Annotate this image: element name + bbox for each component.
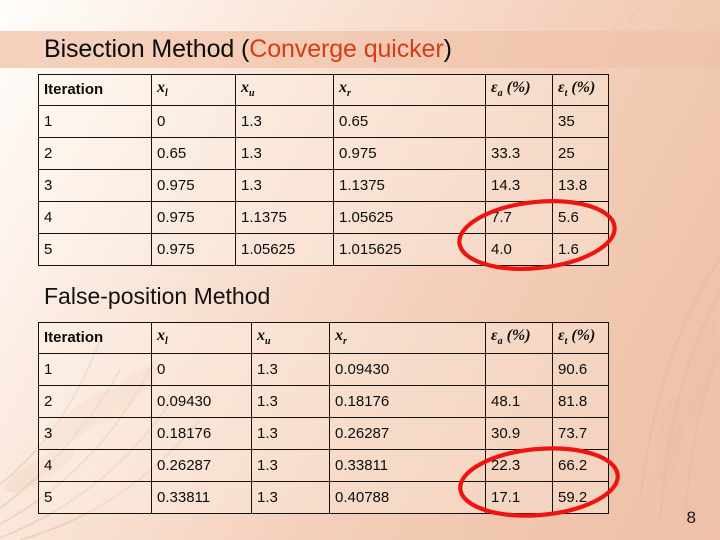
column-header-xr: xr: [333, 74, 486, 106]
table-header-row: Iteration xl xu xr εa (%) εt (%): [38, 322, 609, 354]
cell-xu: 1.3: [251, 481, 330, 514]
cell-xl: 0: [151, 353, 252, 386]
cell-iteration: 1: [38, 105, 152, 138]
table-row: 4 0.26287 1.3 0.33811 22.3 66.2: [38, 449, 609, 482]
page-number: 8: [686, 508, 696, 527]
cell-xl: 0.975: [151, 201, 236, 234]
table-row: 3 0.975 1.3 1.1375 14.3 13.8: [38, 169, 609, 202]
cell-xu: 1.3: [251, 385, 330, 418]
column-header-xl: xl: [151, 322, 252, 354]
table-row: 1 0 1.3 0.09430 90.6: [38, 353, 609, 386]
cell-iteration: 1: [38, 353, 152, 386]
page-title-close: ): [443, 35, 452, 63]
cell-ea: 14.3: [485, 169, 553, 202]
cell-xr: 1.1375: [333, 169, 486, 202]
cell-iteration: 3: [38, 417, 152, 450]
cell-xr: 1.015625: [333, 233, 486, 266]
cell-xr: 0.26287: [329, 417, 486, 450]
cell-xu: 1.3: [235, 137, 334, 170]
cell-ea: 30.9: [485, 417, 553, 450]
cell-et: 90.6: [552, 353, 609, 386]
cell-ea: 48.1: [485, 385, 553, 418]
column-header-iteration: Iteration: [38, 322, 152, 354]
column-header-xu: xu: [235, 74, 334, 106]
table-row: 2 0.65 1.3 0.975 33.3 25: [38, 137, 609, 170]
cell-xu: 1.3: [251, 449, 330, 482]
column-header-iteration: Iteration: [38, 74, 152, 106]
page-title: Bisection Method (Converge quicker): [44, 33, 452, 65]
cell-xu: 1.3: [251, 353, 330, 386]
column-header-ea: εa (%): [485, 74, 553, 106]
cell-et: 1.6: [552, 233, 609, 266]
slide-canvas: Bisection Method (Converge quicker) Iter…: [0, 0, 720, 540]
cell-iteration: 4: [38, 201, 152, 234]
cell-et: 81.8: [552, 385, 609, 418]
cell-iteration: 2: [38, 385, 152, 418]
column-header-xr: xr: [329, 322, 486, 354]
cell-xr: 0.975: [333, 137, 486, 170]
cell-ea: 4.0: [485, 233, 553, 266]
cell-xl: 0.975: [151, 169, 236, 202]
cell-et: 59.2: [552, 481, 609, 514]
cell-xr: 0.65: [333, 105, 486, 138]
column-header-xu: xu: [251, 322, 330, 354]
cell-xu: 1.3: [235, 169, 334, 202]
cell-xl: 0.33811: [151, 481, 252, 514]
cell-xl: 0.975: [151, 233, 236, 266]
cell-ea: [485, 353, 553, 386]
column-header-et: εt (%): [552, 322, 609, 354]
page-title-main: Bisection Method (: [44, 35, 250, 63]
cell-iteration: 5: [38, 481, 152, 514]
cell-iteration: 4: [38, 449, 152, 482]
column-header-xl: xl: [151, 74, 236, 106]
cell-xr: 0.40788: [329, 481, 486, 514]
cell-et: 66.2: [552, 449, 609, 482]
table-row: 2 0.09430 1.3 0.18176 48.1 81.8: [38, 385, 609, 418]
cell-et: 25: [552, 137, 609, 170]
table-row: 4 0.975 1.1375 1.05625 7.7 5.6: [38, 201, 609, 234]
cell-ea: 33.3: [485, 137, 553, 170]
table-header-row: Iteration xl xu xr εa (%) εt (%): [38, 74, 609, 106]
false-position-method-table: Iteration xl xu xr εa (%) εt (%) 1 0 1.3…: [38, 322, 609, 514]
cell-et: 73.7: [552, 417, 609, 450]
cell-ea: 17.1: [485, 481, 553, 514]
table-row: 1 0 1.3 0.65 35: [38, 105, 609, 138]
cell-xl: 0.26287: [151, 449, 252, 482]
column-header-ea: εa (%): [485, 322, 553, 354]
cell-ea: 22.3: [485, 449, 553, 482]
cell-et: 35: [552, 105, 609, 138]
cell-et: 5.6: [552, 201, 609, 234]
cell-et: 13.8: [552, 169, 609, 202]
table-row: 3 0.18176 1.3 0.26287 30.9 73.7: [38, 417, 609, 450]
cell-xl: 0.65: [151, 137, 236, 170]
cell-ea: [485, 105, 553, 138]
cell-xr: 0.09430: [329, 353, 486, 386]
column-header-et: εt (%): [552, 74, 609, 106]
cell-iteration: 2: [38, 137, 152, 170]
table-row: 5 0.975 1.05625 1.015625 4.0 1.6: [38, 233, 609, 266]
cell-xu: 1.3: [235, 105, 334, 138]
cell-ea: 7.7: [485, 201, 553, 234]
cell-iteration: 3: [38, 169, 152, 202]
table-row: 5 0.33811 1.3 0.40788 17.1 59.2: [38, 481, 609, 514]
bisection-method-table: Iteration xl xu xr εa (%) εt (%) 1 0 1.3…: [38, 74, 609, 266]
cell-xr: 1.05625: [333, 201, 486, 234]
cell-xu: 1.05625: [235, 233, 334, 266]
page-title-accent: Converge quicker: [249, 35, 444, 63]
cell-xr: 0.33811: [329, 449, 486, 482]
cell-xu: 1.1375: [235, 201, 334, 234]
cell-xu: 1.3: [251, 417, 330, 450]
cell-xl: 0.09430: [151, 385, 252, 418]
section-heading-false-position: False-position Method: [44, 283, 271, 309]
cell-xl: 0.18176: [151, 417, 252, 450]
cell-xr: 0.18176: [329, 385, 486, 418]
cell-iteration: 5: [38, 233, 152, 266]
cell-xl: 0: [151, 105, 236, 138]
